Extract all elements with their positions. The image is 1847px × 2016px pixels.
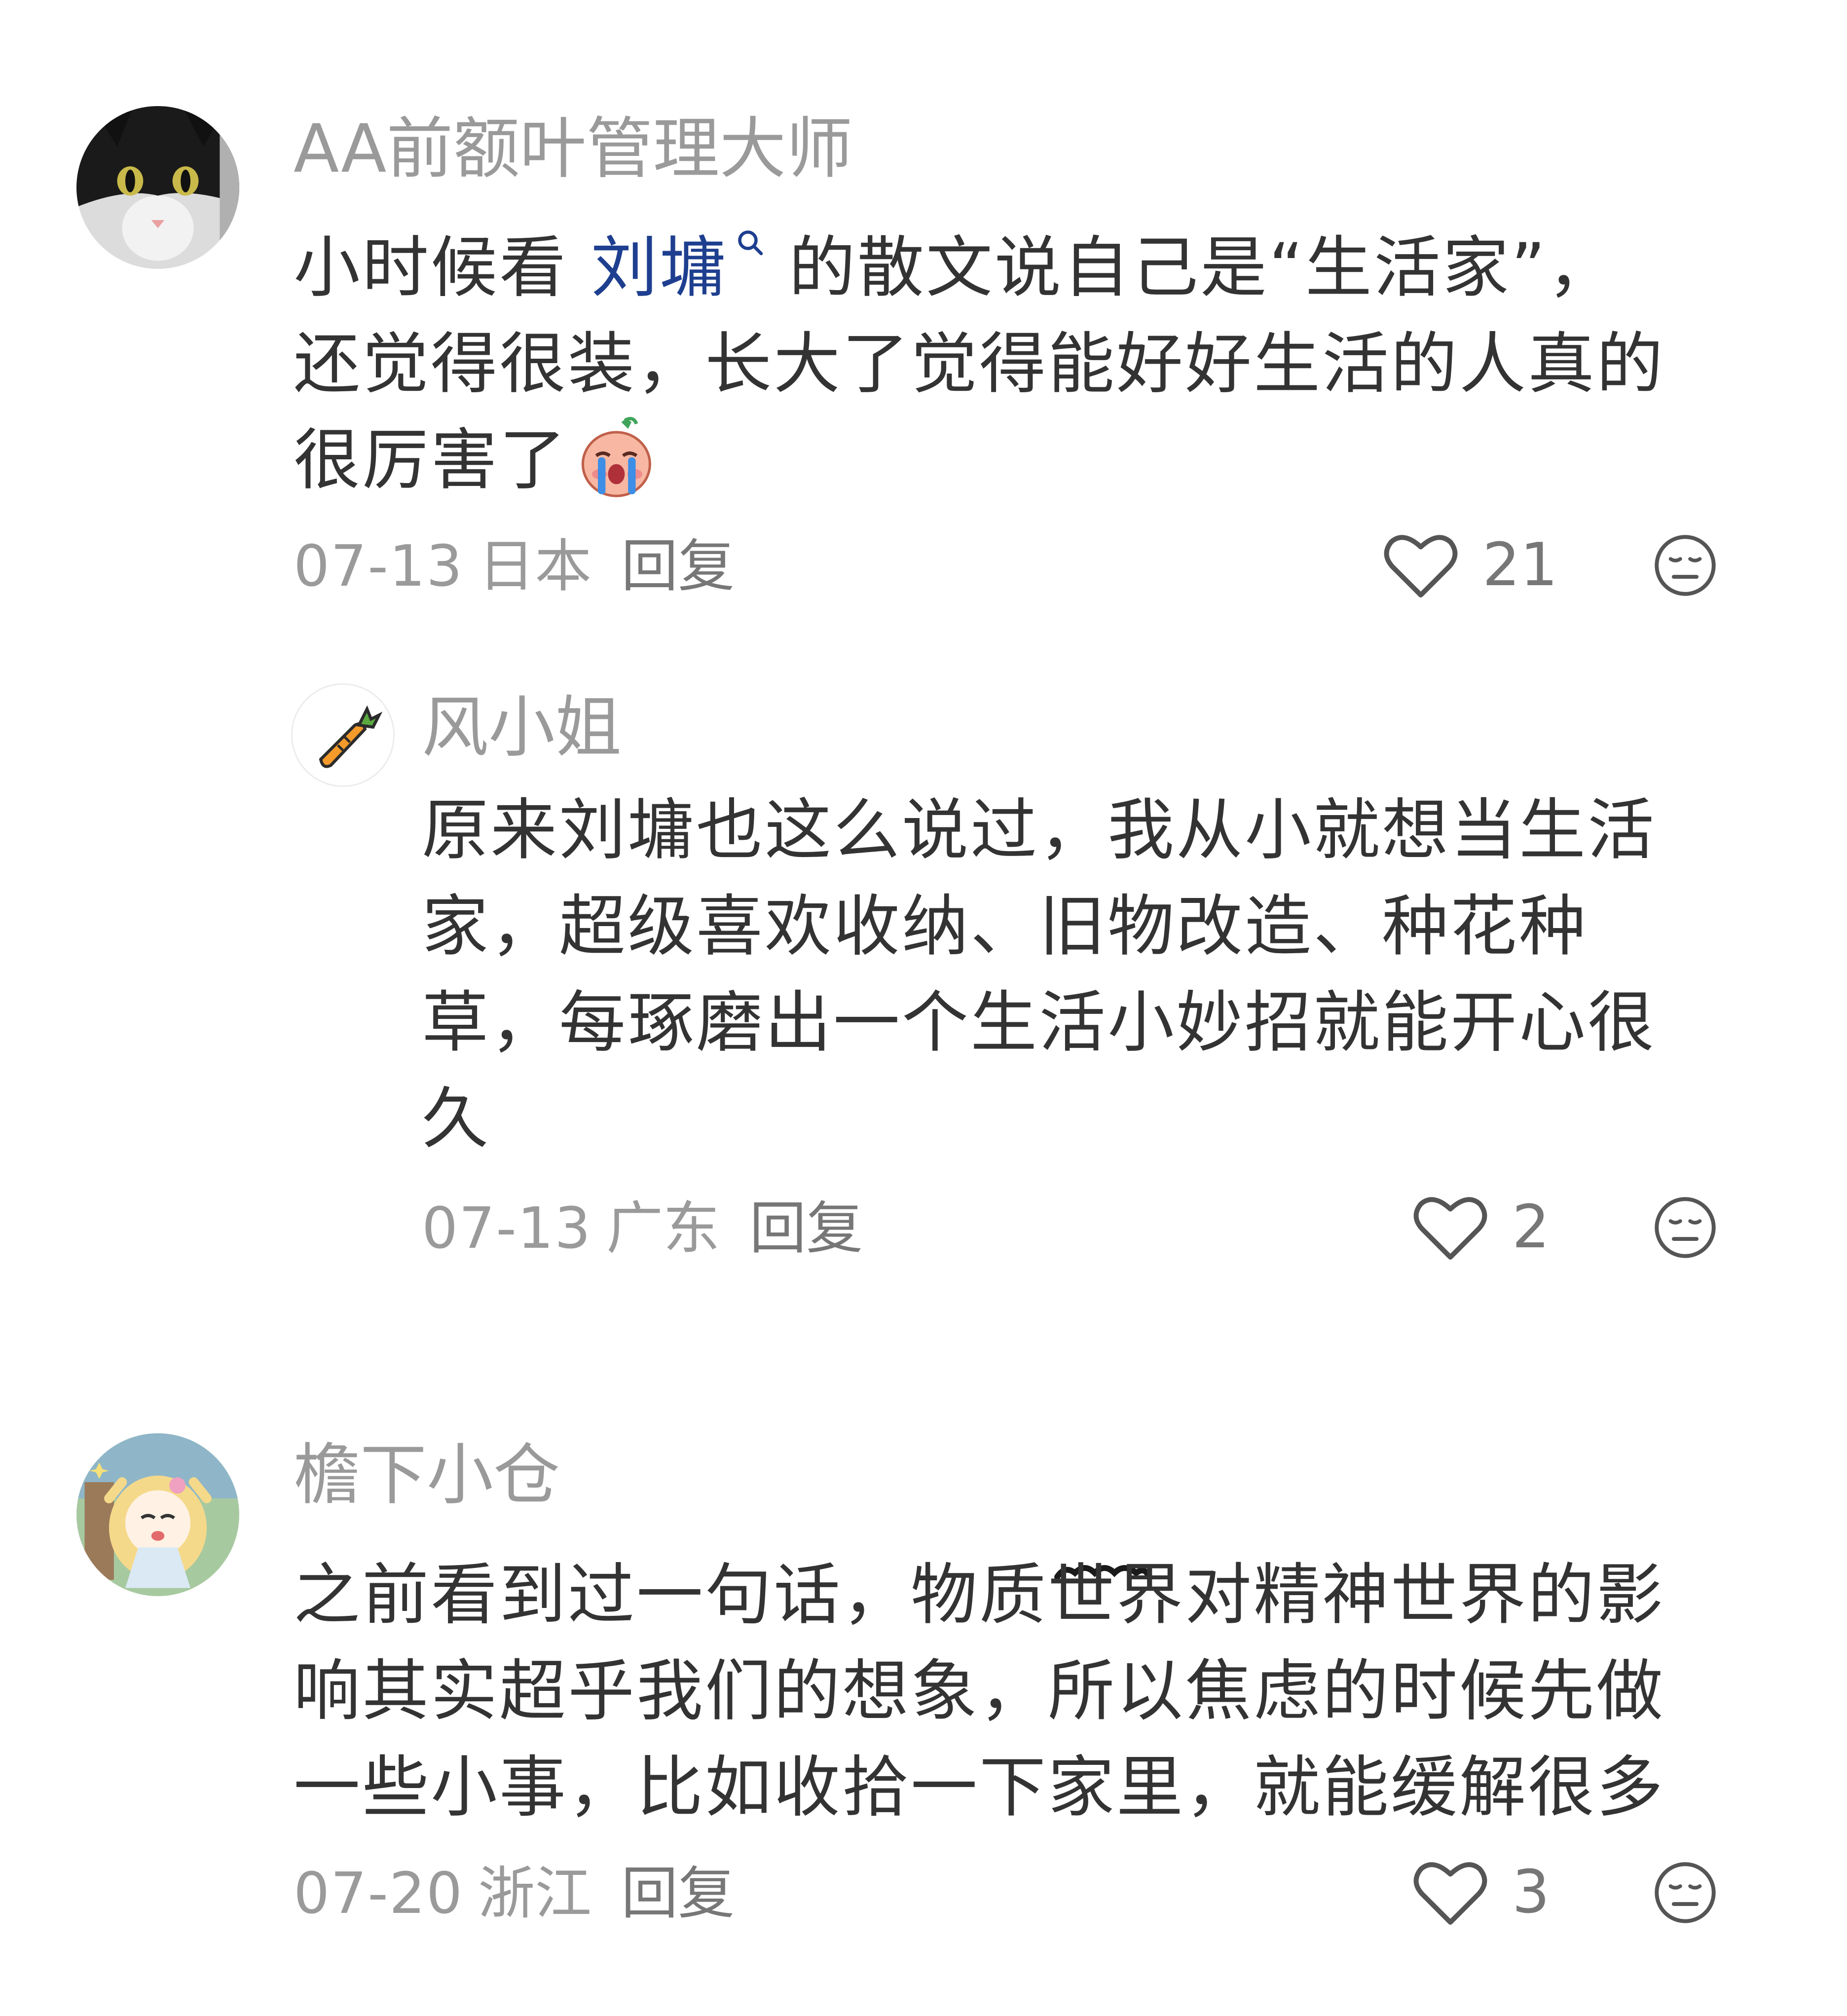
neutral-face-icon bbox=[1655, 535, 1716, 596]
reply-button[interactable]: 回复 bbox=[621, 533, 735, 599]
comment-meta: 07-13 日本 回复 bbox=[294, 532, 735, 601]
username[interactable]: 风小姐 bbox=[422, 688, 622, 767]
comment-meta: 07-20 浙江 回复 bbox=[294, 1859, 735, 1928]
carrot-avatar-image bbox=[293, 685, 393, 785]
comment-line: 小时候看 刘墉 的散文说自己是“生活家”， bbox=[294, 220, 1773, 316]
like-button[interactable]: 3 bbox=[1413, 1858, 1550, 1927]
heart-outline-icon bbox=[1384, 535, 1458, 597]
username[interactable]: AA前额叶管理大师 bbox=[294, 110, 852, 188]
like-button[interactable]: 21 bbox=[1384, 531, 1558, 600]
comment-text-segment: 小时候看 bbox=[294, 229, 591, 306]
like-count: 21 bbox=[1482, 531, 1558, 599]
comment-line: 久 bbox=[422, 1080, 490, 1157]
cat-avatar-image bbox=[76, 106, 239, 269]
comment-text: 之前看到过一句话，物质世界对精神世界的影 响其实超乎我们的想象，所以焦虑的时候先… bbox=[294, 1547, 1773, 1835]
comment-date: 07-13 bbox=[294, 533, 464, 599]
avatar[interactable] bbox=[291, 683, 395, 787]
anime-girl-avatar-image bbox=[76, 1433, 239, 1596]
comment-text: 小时候看 刘墉 的散文说自己是“生活家”， 还觉得很装，长大了觉得能好好生活的人… bbox=[294, 220, 1773, 508]
comment-text: 原来刘墉也这么说过，我从小就想当生活 家，超级喜欢收纳、旧物改造、种花种 草，每… bbox=[422, 782, 1778, 1167]
comment-text-segment: 很厉害了 bbox=[294, 421, 568, 499]
comment-line: 草，每琢磨出一个生活小妙招就能开心很 bbox=[422, 984, 1656, 1061]
neutral-face-icon bbox=[1655, 1197, 1716, 1258]
comment-region: 浙江 bbox=[478, 1861, 592, 1927]
comment-line: 一些小事，比如收拾一下家里，就能缓解很多 bbox=[294, 1749, 1665, 1826]
dislike-button[interactable] bbox=[1653, 1195, 1718, 1260]
mention-link[interactable]: 刘墉 bbox=[591, 229, 728, 306]
comment-meta: 07-13 广东 回复 bbox=[422, 1194, 863, 1263]
comment-line: 家，超级喜欢收纳、旧物改造、种花种 bbox=[422, 888, 1588, 965]
dislike-button[interactable] bbox=[1653, 1860, 1718, 1925]
reply-button[interactable]: 回复 bbox=[621, 1861, 735, 1927]
comment-date: 07-20 bbox=[294, 1861, 464, 1927]
heart-outline-icon bbox=[1413, 1862, 1487, 1925]
comment-line: 还觉得很装，长大了觉得能好好生活的人真的 bbox=[294, 325, 1665, 403]
reply-button[interactable]: 回复 bbox=[749, 1195, 863, 1262]
like-count: 2 bbox=[1512, 1193, 1550, 1262]
neutral-face-icon bbox=[1655, 1862, 1716, 1923]
like-count: 3 bbox=[1512, 1858, 1550, 1927]
search-icon[interactable] bbox=[736, 228, 766, 258]
heart-outline-icon bbox=[1413, 1197, 1487, 1260]
dislike-button[interactable] bbox=[1653, 533, 1718, 598]
comment-region: 广东 bbox=[606, 1195, 720, 1262]
comment-line: 响其实超乎我们的想象，所以焦虑的时候先做 bbox=[294, 1652, 1665, 1730]
username[interactable]: 檐下小仓 bbox=[294, 1436, 560, 1515]
comment-line: 很厉害了 bbox=[294, 412, 1773, 508]
comment-region: 日本 bbox=[478, 533, 592, 599]
comment-text-segment: 的散文说自己是“生活家”， bbox=[765, 229, 1616, 306]
comment-date: 07-13 bbox=[422, 1195, 592, 1262]
like-button[interactable]: 2 bbox=[1413, 1193, 1550, 1262]
avatar[interactable] bbox=[76, 106, 239, 269]
comment-line: 原来刘墉也这么说过，我从小就想当生活 bbox=[422, 791, 1656, 869]
crying-face-emoji bbox=[581, 416, 651, 497]
avatar[interactable] bbox=[76, 1433, 239, 1596]
comment-line: 之前看到过一句话，物质世界对精神世界的影 bbox=[294, 1556, 1665, 1634]
